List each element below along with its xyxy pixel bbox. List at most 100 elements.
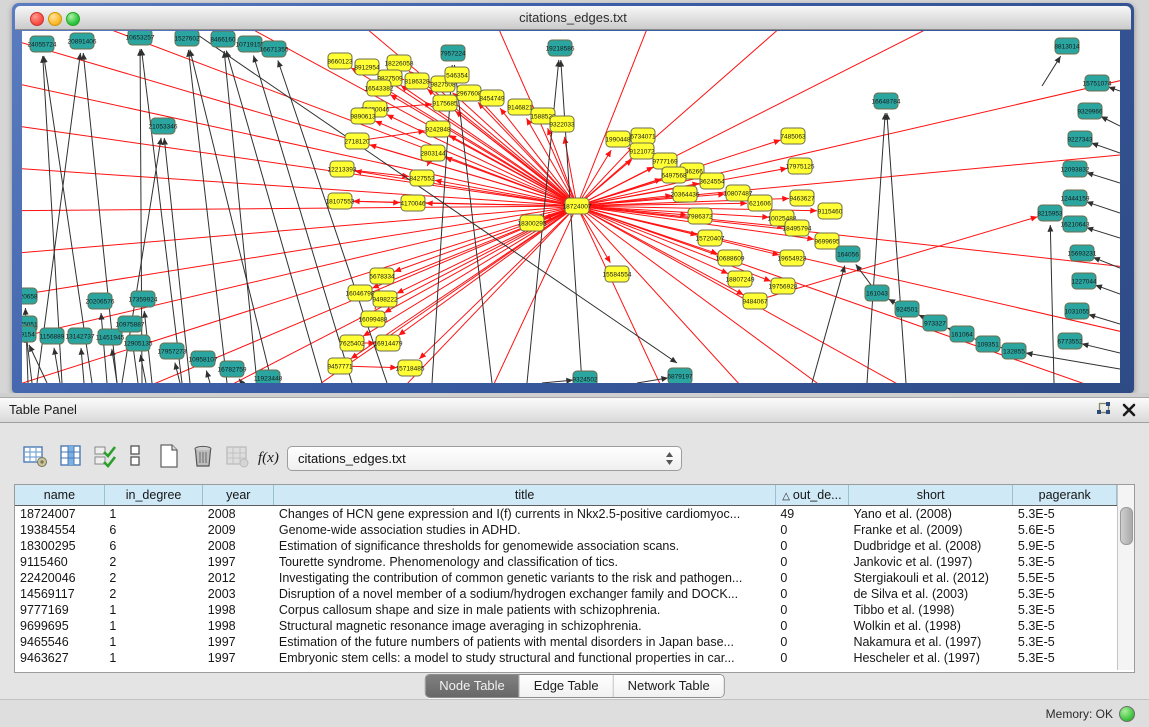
window-titlebar[interactable]: citations_edges.txt: [15, 6, 1131, 30]
graph-node[interactable]: 132855: [1002, 343, 1026, 359]
node-table[interactable]: namein_degreeyeartitle△out_de...shortpag…: [14, 484, 1135, 673]
graph-node[interactable]: 7625402: [339, 335, 365, 351]
network-canvas[interactable]: 1872400718300295866012389129541822605898…: [22, 31, 1120, 383]
graph-node[interactable]: 16046798: [346, 285, 375, 301]
graph-node[interactable]: 2520658: [22, 288, 38, 304]
column-chooser-icon[interactable]: [58, 443, 84, 469]
graph-node[interactable]: 9457771: [327, 358, 353, 374]
graph-node[interactable]: 8660123: [327, 53, 353, 69]
graph-node[interactable]: 2967608: [456, 85, 482, 101]
graph-node[interactable]: 10975887: [116, 316, 145, 332]
graph-node[interactable]: 16914479: [374, 335, 403, 351]
graph-node[interactable]: 621606: [748, 195, 772, 211]
table-row[interactable]: 1872400712008Changes of HCN gene express…: [15, 506, 1117, 523]
table-row[interactable]: 969969511998Structural magnetic resonanc…: [15, 618, 1117, 634]
graph-node[interactable]: 18807249: [726, 271, 755, 287]
graph-node[interactable]: 16210643: [1061, 216, 1090, 232]
graph-node[interactable]: 8466160: [210, 31, 236, 47]
graph-node[interactable]: 10688609: [716, 250, 745, 266]
graph-node[interactable]: 9175685: [432, 95, 458, 111]
graph-node[interactable]: 9498222: [372, 291, 398, 307]
graph-node[interactable]: 9115460: [818, 203, 843, 219]
graph-node[interactable]: 6879197: [667, 368, 693, 383]
graph-node[interactable]: 2803144: [420, 145, 446, 161]
graph-node[interactable]: 546354: [445, 67, 469, 83]
graph-node[interactable]: 20364436: [671, 186, 700, 202]
graph-node[interactable]: 6734071: [630, 128, 656, 144]
graph-node[interactable]: 11923448: [254, 370, 283, 383]
graph-node[interactable]: 8427552: [409, 170, 435, 186]
graph-node[interactable]: 15718485: [396, 360, 425, 376]
graph-node[interactable]: 12213393: [328, 161, 357, 177]
graph-node[interactable]: 924501: [895, 301, 919, 317]
graph-node[interactable]: 21053346: [149, 118, 178, 134]
table-row[interactable]: 911546021997Tourette syndrome. Phenomeno…: [15, 554, 1117, 570]
graph-node[interactable]: 15720407: [696, 230, 725, 246]
graph-node[interactable]: 18226058: [385, 55, 414, 71]
graph-node[interactable]: 20891406: [68, 33, 97, 49]
graph-node[interactable]: 973327: [923, 315, 947, 331]
delete-table-icon[interactable]: [190, 443, 216, 469]
table-row[interactable]: 1938455462009Genome-wide association stu…: [15, 522, 1117, 538]
graph-node[interactable]: 16782759: [218, 361, 247, 377]
table-row[interactable]: 1830029562008Estimation of significance …: [15, 538, 1117, 554]
graph-node[interactable]: 9242848: [425, 121, 451, 137]
graph-node[interactable]: 109351: [976, 336, 1000, 352]
graph-node[interactable]: 19218586: [546, 40, 575, 56]
graph-node[interactable]: 9484067: [742, 293, 768, 309]
graph-node[interactable]: 17957273: [158, 343, 187, 359]
import-table-icon[interactable]: [224, 443, 250, 469]
column-header[interactable]: short: [848, 485, 1012, 506]
close-panel-icon[interactable]: [1121, 402, 1137, 418]
column-header[interactable]: in_degree: [104, 485, 202, 506]
graph-node[interactable]: 8813014: [1054, 38, 1080, 54]
column-header[interactable]: △out_de...: [775, 485, 848, 506]
graph-node[interactable]: 9699695: [814, 233, 840, 249]
scrollbar-thumb[interactable]: [1120, 507, 1133, 545]
column-header[interactable]: name: [15, 485, 104, 506]
graph-node[interactable]: 15584554: [603, 266, 632, 282]
graph-node[interactable]: 5678334: [369, 268, 395, 284]
graph-node[interactable]: 18107553: [326, 193, 355, 209]
graph-node[interactable]: 13142737: [66, 328, 95, 344]
graph-node[interactable]: 9146821: [507, 99, 533, 115]
graph-node[interactable]: 8912954: [354, 59, 380, 75]
graph-node[interactable]: 9463627: [789, 190, 815, 206]
graph-node[interactable]: 9329966: [1077, 103, 1103, 119]
graph-node[interactable]: 1227044: [1071, 273, 1097, 289]
graph-node[interactable]: 7986372: [687, 208, 713, 224]
graph-node[interactable]: 24055724: [28, 36, 57, 52]
table-row[interactable]: 946362711997Embryonic stem cells: a mode…: [15, 650, 1117, 666]
column-header[interactable]: title: [274, 485, 776, 506]
graph-node[interactable]: 8186328: [404, 73, 430, 89]
graph-node[interactable]: 7957224: [440, 45, 466, 61]
graph-node[interactable]: 6773552: [1057, 333, 1083, 349]
graph-node[interactable]: 1527602: [174, 31, 200, 46]
graph-node[interactable]: 2718120: [344, 133, 370, 149]
row-height-icon[interactable]: [122, 443, 148, 469]
graph-node[interactable]: 4170046: [400, 195, 426, 211]
graph-node[interactable]: 1031055: [1064, 303, 1090, 319]
select-rows-icon[interactable]: [92, 443, 118, 469]
graph-node[interactable]: 8454749: [479, 90, 505, 106]
graph-node[interactable]: 9890613: [350, 108, 376, 124]
tab-network-table[interactable]: Network Table: [614, 675, 724, 697]
column-header[interactable]: year: [203, 485, 274, 506]
table-source-select[interactable]: citations_edges.txt: [287, 446, 682, 471]
graph-node[interactable]: 10653257: [126, 31, 155, 45]
tab-node-table[interactable]: Node Table: [425, 675, 520, 697]
graph-node[interactable]: 3624554: [699, 173, 725, 189]
graph-node[interactable]: 939154: [22, 326, 36, 342]
graph-node[interactable]: 16099488: [359, 311, 388, 327]
graph-node[interactable]: 12444159: [1061, 190, 1090, 206]
graph-node[interactable]: 7485063: [780, 128, 806, 144]
tab-edge-table[interactable]: Edge Table: [520, 675, 614, 697]
graph-node[interactable]: 18495794: [783, 220, 812, 236]
graph-node[interactable]: 19654923: [778, 250, 807, 266]
graph-node[interactable]: 16543382: [365, 80, 394, 96]
graph-node[interactable]: 18300295: [518, 215, 547, 231]
graph-node[interactable]: 161064: [950, 326, 974, 342]
graph-node[interactable]: 19756928: [769, 278, 798, 294]
graph-node[interactable]: 1156889: [40, 328, 65, 344]
graph-node[interactable]: 10958107: [189, 351, 218, 367]
